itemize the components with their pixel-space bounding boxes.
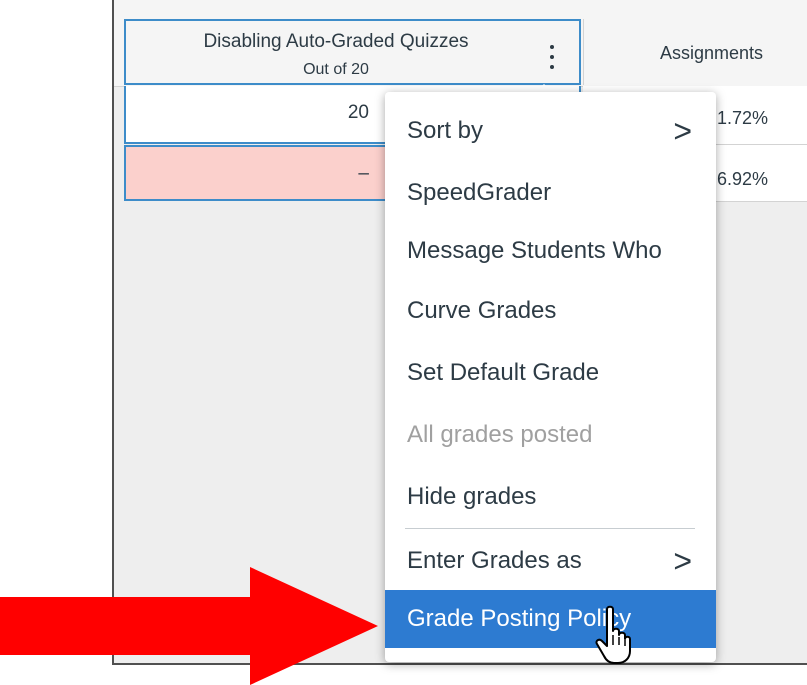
menu-item-grade-posting-policy[interactable]: Grade Posting Policy <box>385 590 716 648</box>
menu-item-label: Enter Grades as <box>407 547 582 574</box>
assignments-header-label: Assignments <box>660 43 764 63</box>
menu-item-curve-grades[interactable]: Curve Grades <box>385 280 716 342</box>
menu-item-label: Message Students Who <box>407 237 662 264</box>
menu-divider <box>405 528 695 529</box>
column-title: Disabling Auto-Graded Quizzes <box>203 31 469 52</box>
grade-value: – <box>358 163 369 184</box>
column-points-possible: Out of 20 <box>303 61 369 78</box>
assignments-percent-row-2: 6.92% <box>717 169 769 189</box>
red-arrow-annotation <box>0 567 378 685</box>
assignments-column-header[interactable]: Assignments <box>583 19 807 85</box>
menu-item-sort-by[interactable]: Sort by > <box>385 100 716 162</box>
grade-value: 20 <box>347 102 369 123</box>
menu-item-label: Sort by <box>407 117 484 144</box>
assignment-column-header[interactable]: Disabling Auto-Graded Quizzes Out of 20 <box>124 19 581 85</box>
menu-item-set-default-grade[interactable]: Set Default Grade <box>385 342 716 404</box>
menu-item-label: SpeedGrader <box>407 179 552 206</box>
menu-item-message-students[interactable]: Message Students Who <box>385 220 716 282</box>
column-options-menu: Sort by > SpeedGrader Message Students W… <box>385 92 716 662</box>
menu-item-all-grades-posted: All grades posted <box>385 404 716 466</box>
assignments-percent-row-1: 1.72% <box>717 108 769 128</box>
hand-pointer-icon <box>595 605 631 664</box>
chevron-right-icon: > <box>673 543 692 579</box>
column-options-kebab-icon[interactable] <box>547 45 557 69</box>
menu-item-label: All grades posted <box>407 421 593 448</box>
menu-item-label: Set Default Grade <box>407 359 600 386</box>
menu-item-hide-grades[interactable]: Hide grades <box>385 466 716 528</box>
menu-item-enter-grades-as[interactable]: Enter Grades as > <box>385 530 716 592</box>
chevron-right-icon: > <box>673 113 692 149</box>
menu-item-speedgrader[interactable]: SpeedGrader <box>385 162 716 224</box>
menu-item-label: Curve Grades <box>407 297 557 324</box>
menu-item-label: Hide grades <box>407 483 537 510</box>
